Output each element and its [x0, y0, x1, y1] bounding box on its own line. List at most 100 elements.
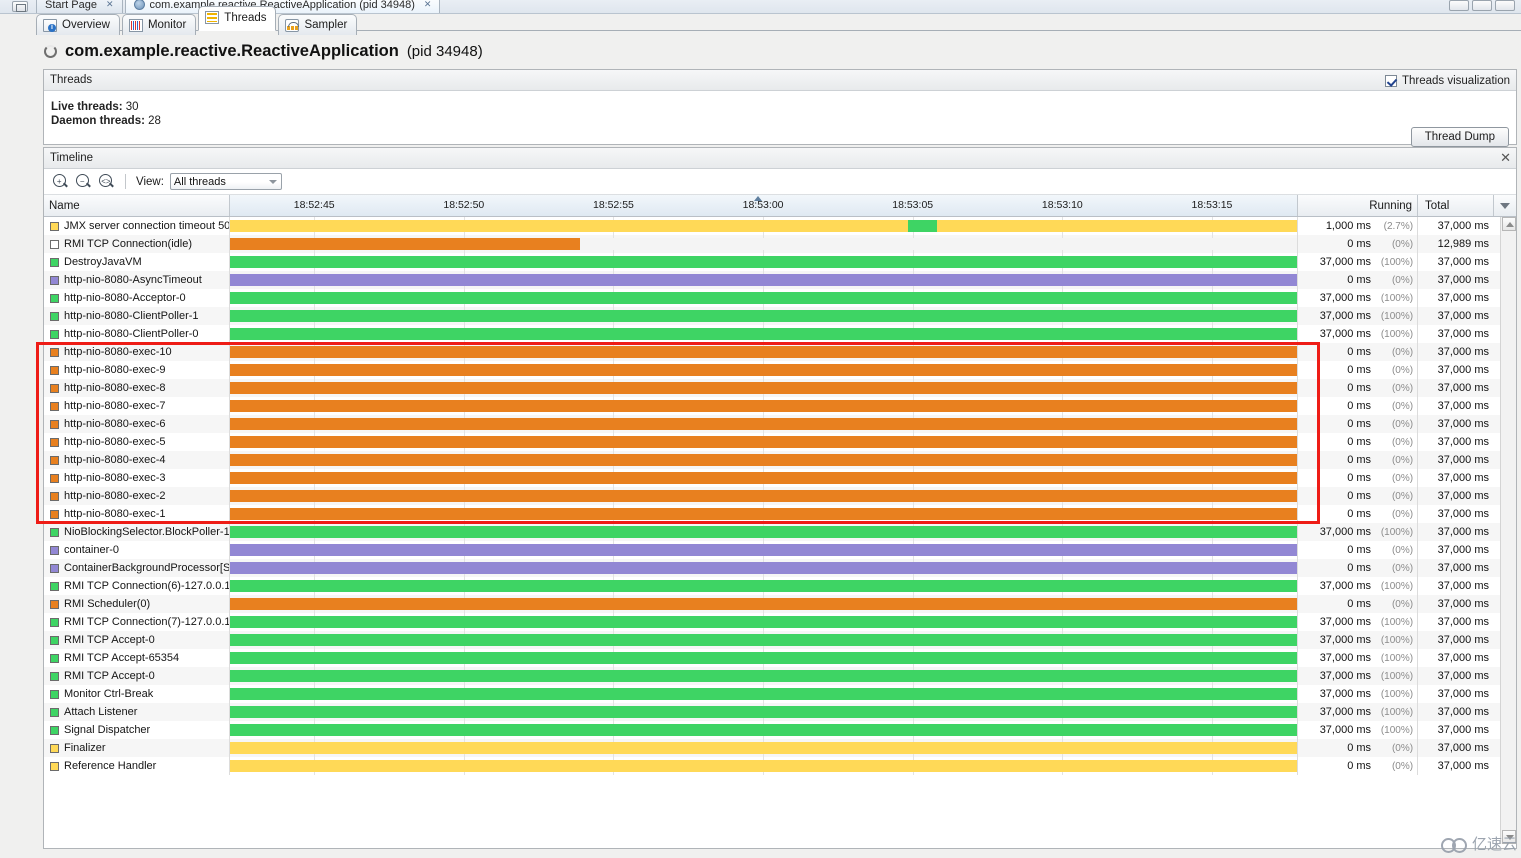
thread-state-bar[interactable]: [229, 616, 1298, 628]
tab-monitor[interactable]: Monitor: [121, 14, 197, 35]
thread-timeline-cell[interactable]: [229, 541, 1299, 559]
thread-timeline-cell[interactable]: [229, 325, 1299, 343]
table-row[interactable]: http-nio-8080-exec-1 0 ms (0%) 37,000 ms: [44, 505, 1516, 523]
table-row[interactable]: Signal Dispatcher 37,000 ms (100%) 37,000 m…: [44, 721, 1516, 739]
zoom-in-icon[interactable]: +: [52, 173, 69, 190]
thread-timeline-cell[interactable]: [229, 307, 1299, 325]
table-row[interactable]: RMI TCP Accept-0 37,000 ms (100%) 37,000 ms: [44, 667, 1516, 685]
table-row[interactable]: http-nio-8080-AsyncTimeout 0 ms (0%) 37,000…: [44, 271, 1516, 289]
thread-state-bar[interactable]: [229, 490, 1298, 502]
table-row[interactable]: Attach Listener 37,000 ms (100%) 37,000 ms: [44, 703, 1516, 721]
thread-state-bar[interactable]: [229, 292, 1298, 304]
thread-state-bar[interactable]: [229, 670, 1298, 682]
table-row[interactable]: JMX server connection timeout 50 1,000 ms…: [44, 217, 1516, 235]
table-row[interactable]: http-nio-8080-exec-5 0 ms (0%) 37,000 ms: [44, 433, 1516, 451]
thread-state-bar[interactable]: [229, 310, 1298, 322]
thread-state-bar[interactable]: [229, 526, 1298, 538]
thread-state-bar[interactable]: [229, 418, 1298, 430]
thread-timeline-cell[interactable]: [229, 361, 1299, 379]
table-row[interactable]: http-nio-8080-ClientPoller-0 37,000 ms (10…: [44, 325, 1516, 343]
table-row[interactable]: NioBlockingSelector.BlockPoller-1 37,000 …: [44, 523, 1516, 541]
thread-timeline-cell[interactable]: [229, 649, 1299, 667]
thread-state-bar[interactable]: [229, 274, 1298, 286]
thread-state-bar[interactable]: [229, 688, 1298, 700]
thread-state-bar[interactable]: [229, 220, 1298, 232]
thread-timeline-cell[interactable]: [229, 451, 1299, 469]
table-row[interactable]: http-nio-8080-exec-7 0 ms (0%) 37,000 ms: [44, 397, 1516, 415]
thread-state-bar[interactable]: [229, 328, 1298, 340]
thread-timeline-cell[interactable]: [229, 703, 1299, 721]
view-select[interactable]: All threads: [169, 173, 282, 190]
table-row[interactable]: Monitor Ctrl-Break 37,000 ms (100%) 37,000 …: [44, 685, 1516, 703]
thread-state-bar[interactable]: [229, 562, 1298, 574]
thread-timeline-cell[interactable]: [229, 739, 1299, 757]
thread-timeline-cell[interactable]: [229, 469, 1299, 487]
thread-state-bar[interactable]: [229, 454, 1298, 466]
table-row[interactable]: http-nio-8080-exec-9 0 ms (0%) 37,000 ms: [44, 361, 1516, 379]
thread-timeline-cell[interactable]: [229, 613, 1299, 631]
tab-overview[interactable]: Overview: [36, 14, 120, 35]
scroll-up-button[interactable]: [1502, 217, 1516, 231]
table-row[interactable]: http-nio-8080-exec-6 0 ms (0%) 37,000 ms: [44, 415, 1516, 433]
thread-timeline-cell[interactable]: [229, 721, 1299, 739]
zoom-fit-icon[interactable]: <>: [98, 173, 115, 190]
thread-timeline-cell[interactable]: [229, 577, 1299, 595]
column-header-name[interactable]: Name: [44, 195, 230, 216]
threads-visualization-toggle[interactable]: Threads visualization: [1384, 70, 1510, 91]
column-header-timeline[interactable]: 18:52:45 18:52:50 18:52:55 18:53:00 18:53:05…: [229, 195, 1299, 216]
vertical-scrollbar[interactable]: [1500, 217, 1516, 844]
table-row[interactable]: RMI TCP Accept-65354 37,000 ms (100%) 37,00…: [44, 649, 1516, 667]
timeline-cursor-marker[interactable]: [754, 196, 763, 201]
column-chooser-button[interactable]: [1494, 195, 1516, 216]
thread-timeline-cell[interactable]: [229, 523, 1299, 541]
thread-state-bar[interactable]: [907, 220, 938, 232]
zoom-out-icon[interactable]: −: [75, 173, 92, 190]
thread-timeline-cell[interactable]: [229, 631, 1299, 649]
thread-state-bar[interactable]: [229, 508, 1298, 520]
table-row[interactable]: http-nio-8080-exec-3 0 ms (0%) 37,000 ms: [44, 469, 1516, 487]
column-header-running[interactable]: Running: [1298, 195, 1419, 216]
table-row[interactable]: DestroyJavaVM 37,000 ms (100%) 37,000 ms: [44, 253, 1516, 271]
thread-timeline-cell[interactable]: [229, 685, 1299, 703]
table-row[interactable]: RMI TCP Accept-0 37,000 ms (100%) 37,000 ms: [44, 631, 1516, 649]
thread-state-bar[interactable]: [229, 652, 1298, 664]
column-header-total[interactable]: Total: [1418, 195, 1494, 216]
thread-timeline-cell[interactable]: [229, 505, 1299, 523]
thread-timeline-cell[interactable]: [229, 379, 1299, 397]
thread-timeline-cell[interactable]: [229, 217, 1299, 235]
checkbox-icon[interactable]: [1384, 74, 1397, 87]
table-row[interactable]: http-nio-8080-exec-4 0 ms (0%) 37,000 ms: [44, 451, 1516, 469]
thread-state-bar[interactable]: [229, 598, 1298, 610]
thread-state-bar[interactable]: [229, 256, 1298, 268]
thread-timeline-cell[interactable]: [229, 667, 1299, 685]
table-row[interactable]: http-nio-8080-ClientPoller-1 37,000 ms (10…: [44, 307, 1516, 325]
thread-state-bar[interactable]: [229, 238, 580, 250]
thread-dump-button[interactable]: Thread Dump: [1410, 127, 1509, 147]
thread-timeline-cell[interactable]: [229, 253, 1299, 271]
thread-state-bar[interactable]: [229, 382, 1298, 394]
thread-state-bar[interactable]: [229, 436, 1298, 448]
table-row[interactable]: http-nio-8080-Acceptor-0 37,000 ms (100%) 3…: [44, 289, 1516, 307]
tab-threads[interactable]: Threads: [198, 6, 277, 31]
thread-timeline-cell[interactable]: [229, 595, 1299, 613]
thread-state-bar[interactable]: [229, 742, 1298, 754]
tab-sampler[interactable]: Sampler: [278, 14, 358, 35]
thread-timeline-cell[interactable]: [229, 343, 1299, 361]
thread-state-bar[interactable]: [229, 580, 1298, 592]
thread-timeline-cell[interactable]: [229, 289, 1299, 307]
table-row[interactable]: Reference Handler 0 ms (0%) 37,000 ms: [44, 757, 1516, 775]
table-row[interactable]: RMI TCP Connection(idle) 0 ms (0%) 12,989 m…: [44, 235, 1516, 253]
table-row[interactable]: RMI TCP Connection(7)-127.0.0.1 37,000 ms…: [44, 613, 1516, 631]
table-row[interactable]: http-nio-8080-exec-2 0 ms (0%) 37,000 ms: [44, 487, 1516, 505]
close-icon[interactable]: ✕: [1500, 151, 1511, 164]
thread-timeline-cell[interactable]: [229, 559, 1299, 577]
table-row[interactable]: RMI TCP Connection(6)-127.0.0.1 37,000 ms…: [44, 577, 1516, 595]
thread-state-bar[interactable]: [229, 706, 1298, 718]
thread-state-bar[interactable]: [229, 346, 1298, 358]
table-row[interactable]: http-nio-8080-exec-10 0 ms (0%) 37,000 ms: [44, 343, 1516, 361]
thread-timeline-cell[interactable]: [229, 487, 1299, 505]
thread-timeline-cell[interactable]: [229, 235, 1299, 253]
thread-timeline-cell[interactable]: [229, 433, 1299, 451]
thread-timeline-cell[interactable]: [229, 415, 1299, 433]
thread-state-bar[interactable]: [229, 544, 1298, 556]
